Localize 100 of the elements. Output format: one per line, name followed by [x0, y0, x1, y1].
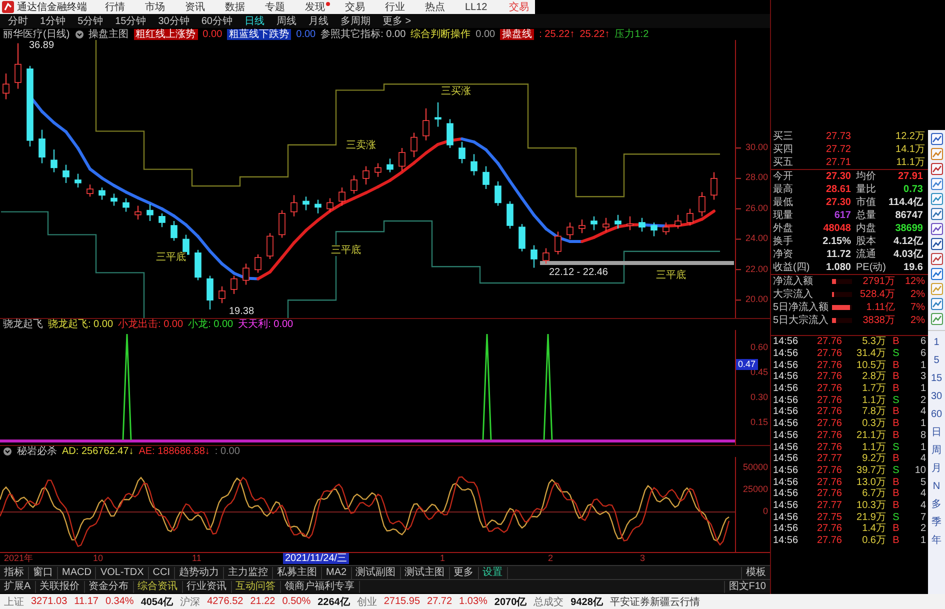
- trade-volume: 7.8万: [861, 406, 887, 418]
- flow-label: 大宗流入: [772, 288, 814, 300]
- f10-button[interactable]: 图文F10: [724, 580, 770, 592]
- chart-icon[interactable]: [930, 208, 942, 220]
- info-tab[interactable]: 领商户福利专享: [280, 580, 360, 592]
- trade-count: 1: [919, 535, 927, 546]
- candlestick: [230, 275, 238, 294]
- candlestick: [206, 275, 214, 310]
- quote-price: 27.73: [824, 130, 852, 142]
- candlestick: [422, 108, 430, 141]
- quote-value: 27.30: [826, 196, 851, 208]
- chart-icon[interactable]: [930, 223, 942, 235]
- period-tab[interactable]: 1分钟: [40, 14, 66, 28]
- axis-tick: [736, 208, 742, 210]
- period-shortcut[interactable]: 60: [930, 409, 942, 420]
- trade-price: 27.77: [816, 453, 843, 464]
- info-tab[interactable]: 互动问答: [232, 580, 281, 592]
- menu-item[interactable]: 专题: [255, 0, 295, 14]
- chart-icon[interactable]: [930, 163, 942, 175]
- menu-item[interactable]: 市场: [135, 0, 175, 14]
- trade-time: 14:56: [772, 488, 800, 500]
- period-tab[interactable]: 更多 >: [382, 14, 412, 28]
- quote-label: PE(动): [855, 262, 887, 274]
- period-shortcut[interactable]: 年: [932, 535, 942, 546]
- menu-item[interactable]: 行业: [375, 0, 415, 14]
- menu-item[interactable]: LL12: [455, 0, 498, 14]
- info-tab[interactable]: 综合资讯: [134, 580, 183, 592]
- period-tab[interactable]: 周线: [276, 14, 296, 28]
- candlestick: [446, 118, 454, 148]
- trade-price: 27.76: [816, 383, 843, 394]
- period-tab[interactable]: 多周期: [340, 14, 370, 28]
- chart-icon[interactable]: [930, 238, 942, 250]
- period-tab[interactable]: 60分钟: [201, 14, 232, 28]
- period-shortcut[interactable]: 月: [932, 463, 942, 474]
- quote-label: 净资: [772, 248, 794, 260]
- flow-amount: 1.11亿: [865, 302, 896, 314]
- stock-title: 丽华医疗(日线): [3, 28, 70, 40]
- period-tab[interactable]: 日线: [244, 14, 264, 28]
- chart-icon[interactable]: [930, 253, 942, 265]
- candlestick: [566, 222, 574, 240]
- indicator-value: 0.00: [296, 28, 316, 40]
- candlestick: [326, 198, 334, 212]
- index-percent: 0.50%: [282, 596, 311, 607]
- trade-side: B: [892, 523, 900, 534]
- candlestick: [470, 154, 478, 176]
- candlestick: [662, 222, 670, 236]
- candlestick: [146, 204, 154, 222]
- period-shortcut[interactable]: 30: [930, 391, 942, 402]
- quote-label: 收益(四): [772, 262, 811, 274]
- indicator-value: 小龙: 0.00: [188, 319, 234, 330]
- quote-value: 1.080: [826, 262, 851, 274]
- period-tab[interactable]: 15分钟: [115, 14, 146, 28]
- info-tab[interactable]: 扩展A: [0, 580, 36, 592]
- chart-icon[interactable]: [930, 133, 942, 145]
- period-tab[interactable]: 5分钟: [78, 14, 104, 28]
- menu-item[interactable]: 热点: [415, 0, 455, 14]
- indicator-value: 0.00: [476, 28, 496, 40]
- candlestick: [254, 254, 262, 274]
- period-tab[interactable]: 月线: [308, 14, 328, 28]
- chart-icon[interactable]: [930, 268, 942, 280]
- period-tab[interactable]: 分时: [8, 14, 28, 28]
- period-shortcut[interactable]: 季: [932, 517, 942, 528]
- trade-side: S: [892, 442, 900, 453]
- index-name: 上证: [4, 596, 24, 608]
- period-shortcut[interactable]: 周: [932, 445, 942, 456]
- menu-circle-icon[interactable]: [74, 30, 84, 38]
- date-label: 10: [93, 553, 104, 564]
- period-shortcut[interactable]: 1: [934, 337, 940, 348]
- chart-icon[interactable]: [930, 298, 942, 310]
- axis-label: 0.60: [750, 342, 768, 353]
- trade-side: S: [892, 512, 900, 523]
- menu-item[interactable]: 数据: [215, 0, 255, 14]
- quote-value: 2.15%: [822, 236, 851, 248]
- info-tab[interactable]: 资金分布: [84, 580, 134, 592]
- period-shortcut[interactable]: 日: [932, 427, 942, 438]
- info-tab[interactable]: 行业资讯: [182, 580, 232, 592]
- indicator-tag: 粗红线上涨势: [134, 28, 198, 40]
- chart-icon[interactable]: [930, 178, 942, 190]
- period-shortcut[interactable]: 多: [932, 499, 942, 510]
- period-shortcut[interactable]: 15: [930, 373, 942, 384]
- period-shortcut[interactable]: N: [932, 481, 940, 492]
- period-shortcut[interactable]: 5: [934, 355, 940, 366]
- menu-item[interactable]: 资讯: [175, 0, 215, 14]
- candlestick: [122, 198, 130, 212]
- candlestick: [266, 232, 274, 260]
- trade-count: 2: [919, 523, 927, 534]
- trade-button[interactable]: 交易: [509, 0, 529, 14]
- indicator-tag: 操盘线: [500, 28, 534, 40]
- menu-item[interactable]: 行情: [95, 0, 135, 14]
- quote-value: 617: [834, 210, 851, 222]
- candlestick: [62, 164, 70, 184]
- menu-item[interactable]: 发现: [295, 0, 335, 14]
- period-tab[interactable]: 30分钟: [158, 14, 190, 28]
- candlestick: [278, 210, 286, 238]
- candlestick: [302, 196, 310, 211]
- menu-circle-icon[interactable]: [3, 447, 12, 456]
- menu-item[interactable]: 交易: [335, 0, 375, 14]
- chart-icon[interactable]: [930, 193, 942, 205]
- info-tab[interactable]: 关联报价: [36, 580, 85, 592]
- chart-icon[interactable]: [930, 313, 942, 325]
